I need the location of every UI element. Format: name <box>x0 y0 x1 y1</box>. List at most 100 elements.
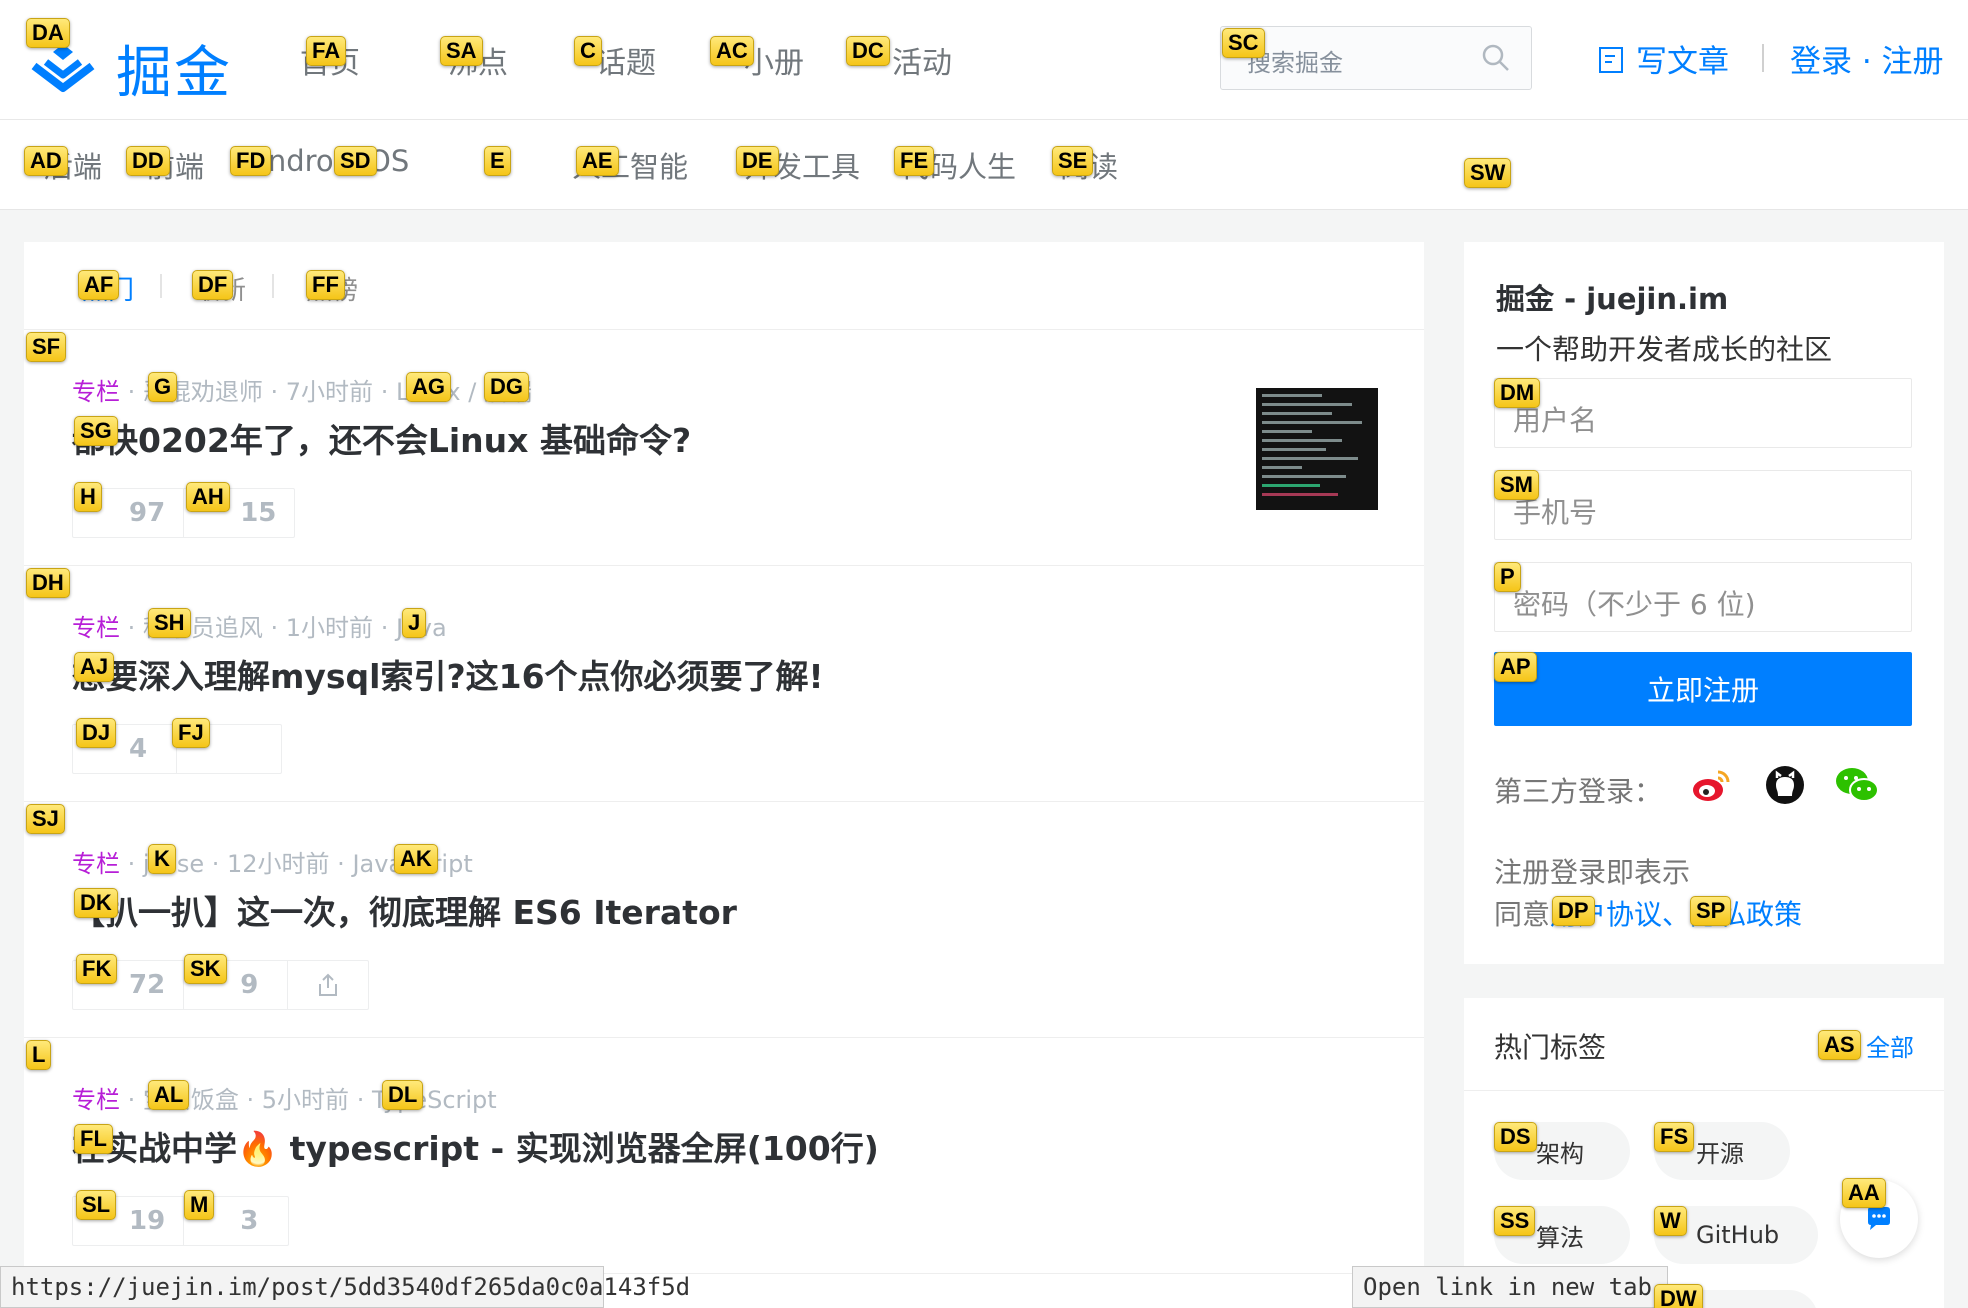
register-button[interactable]: 立即注册 <box>1494 652 1912 726</box>
hint-entry-2-like[interactable]: FK <box>76 954 118 984</box>
hint-entry-3-author[interactable]: AL <box>148 1080 190 1110</box>
article-title[interactable]: 【扒一扒】这一次，彻底理解 ES6 Iterator <box>72 886 737 934</box>
hint-search[interactable]: SC <box>1222 28 1265 58</box>
hint-entry-0-comment[interactable]: AH <box>186 482 230 512</box>
hint-entry-0-like[interactable]: H <box>74 482 102 512</box>
hint-password[interactable]: P <box>1494 562 1521 592</box>
feed-tabs: 热门 最新 热榜 <box>24 242 1424 330</box>
hint-category-android[interactable]: FD <box>230 146 272 176</box>
hint-entry-2-comment[interactable]: SK <box>184 954 227 984</box>
hint-category-ai[interactable]: AE <box>576 146 619 176</box>
hint-entry-0-tag1[interactable]: AG <box>406 372 451 402</box>
header-divider <box>1762 44 1764 72</box>
article-title[interactable]: 都快0202年了，还不会Linux 基础命令? <box>72 414 691 462</box>
weibo-icon[interactable] <box>1690 764 1732 806</box>
hint-entry-3[interactable]: L <box>26 1040 52 1070</box>
hint-nav-home[interactable]: FA <box>306 36 347 66</box>
hint-entry-1-title[interactable]: AJ <box>74 652 115 682</box>
hint-feedback[interactable]: AA <box>1842 1178 1886 1208</box>
tag-label: GitHub <box>1696 1221 1780 1249</box>
share-button[interactable] <box>288 961 368 1009</box>
all-tags-link[interactable]: 全部 <box>1866 1028 1914 1063</box>
article-meta: 专栏 · 程序员追风 · 1小时前 · Java <box>72 608 447 643</box>
article-entry[interactable]: 专栏 · 恶棍劝退师 · 7小时前 · Linux / 后端 都快0202年了，… <box>24 330 1424 566</box>
hint-tag-algorithm[interactable]: SS <box>1494 1206 1536 1236</box>
tag-label: 算法 <box>1536 1223 1584 1252</box>
link-tooltip: Open link in new tab. <box>1352 1266 1668 1308</box>
article-entry[interactable]: 专栏 · 宝贝饭盒 · 5小时前 · TypeScript 在实战中学🔥 typ… <box>24 1038 1424 1274</box>
hint-category-coder-life[interactable]: FE <box>894 146 935 176</box>
hint-entry-0-author[interactable]: G <box>148 372 178 402</box>
hint-entry-1-like[interactable]: DJ <box>76 718 117 748</box>
hint-category-3[interactable]: SD <box>334 146 377 176</box>
article-entry[interactable]: 专栏 · 程序员追风 · 1小时前 · Java 想要深入理解mysql索引?这… <box>24 566 1424 802</box>
hint-all-tags[interactable]: AS <box>1818 1030 1861 1060</box>
hint-phone[interactable]: SM <box>1494 470 1539 500</box>
search-icon[interactable] <box>1481 43 1511 73</box>
hint-entry-3-comment[interactable]: M <box>184 1190 215 1220</box>
column-badge[interactable]: 专栏 <box>72 850 120 878</box>
hint-tab-newest[interactable]: DF <box>192 270 234 300</box>
hint-user-agreement[interactable]: DP <box>1552 896 1595 926</box>
password-field[interactable]: 密码（不少于 6 位) <box>1494 562 1912 632</box>
hint-entry-3-tag[interactable]: DL <box>382 1080 424 1110</box>
nav-topics[interactable]: 话题 <box>596 38 656 82</box>
hint-register[interactable]: AP <box>1494 652 1537 682</box>
hint-category-ios[interactable]: E <box>484 146 511 176</box>
hint-entry-2[interactable]: SJ <box>26 804 65 834</box>
hint-category-reading[interactable]: SE <box>1052 146 1094 176</box>
hint-entry-2-author[interactable]: K <box>148 844 176 874</box>
hint-entry-0[interactable]: SF <box>26 332 67 362</box>
column-badge[interactable]: 专栏 <box>72 378 120 406</box>
hint-category-backend[interactable]: AD <box>24 146 68 176</box>
hint-entry-3-like[interactable]: SL <box>76 1190 117 1220</box>
hint-category-frontend[interactable]: DD <box>126 146 170 176</box>
site-subtitle: 一个帮助开发者成长的社区 <box>1496 333 1833 366</box>
hint-entry-0-title[interactable]: SG <box>74 416 118 446</box>
column-badge[interactable]: 专栏 <box>72 614 120 642</box>
agreement-separator: 、 <box>1662 898 1691 931</box>
article-entry[interactable]: 专栏 · jesse · 12小时前 · JavaScript 【扒一扒】这一次… <box>24 802 1424 1038</box>
hint-tag-github[interactable]: W <box>1654 1206 1687 1236</box>
hint-tab-hot-list[interactable]: FF <box>306 270 345 300</box>
hint-entry-1-comment[interactable]: FJ <box>172 718 210 748</box>
hint-nav-pins[interactable]: SA <box>440 36 483 66</box>
hint-tag-open-source[interactable]: FS <box>1654 1122 1695 1152</box>
hint-entry-0-tag2[interactable]: DG <box>484 372 529 402</box>
login-register-link[interactable]: 登录 · 注册 <box>1790 36 1944 81</box>
hint-entry-1-tag[interactable]: J <box>402 608 427 638</box>
github-icon[interactable] <box>1764 764 1806 806</box>
hint-category-bar[interactable]: SW <box>1464 158 1512 188</box>
write-article-button[interactable]: 写文章 <box>1596 36 1729 81</box>
agreement-text: 注册登录即表示 同意用户协议、隐私政策 <box>1494 852 1802 936</box>
hint-entry-3-title[interactable]: FL <box>74 1124 113 1154</box>
hint-username[interactable]: DM <box>1494 378 1541 408</box>
post-time: 12小时前 <box>227 850 330 878</box>
hint-tab-hot[interactable]: AF <box>78 270 120 300</box>
hint-entry-1[interactable]: DH <box>26 568 70 598</box>
hint-tag-more[interactable]: DW <box>1654 1284 1703 1308</box>
nav-events[interactable]: 活动 <box>892 38 952 82</box>
column-badge[interactable]: 专栏 <box>72 1086 120 1114</box>
hint-nav-events[interactable]: DC <box>846 36 890 66</box>
hint-tag-architecture[interactable]: DS <box>1494 1122 1537 1152</box>
hint-entry-1-author[interactable]: SH <box>148 608 191 638</box>
hint-logo[interactable]: DA <box>26 18 70 48</box>
comment-count: 9 <box>240 970 259 1000</box>
article-title[interactable]: 在实战中学🔥 typescript - 实现浏览器全屏(100行) <box>72 1122 879 1170</box>
hint-entry-2-tag[interactable]: AK <box>394 844 438 874</box>
wechat-icon[interactable] <box>1834 764 1880 806</box>
article-thumbnail[interactable] <box>1256 388 1378 510</box>
write-article-label: 写文章 <box>1636 44 1729 80</box>
hint-nav-books[interactable]: AC <box>710 36 754 66</box>
phone-field[interactable]: 手机号 <box>1494 470 1912 540</box>
article-title[interactable]: 想要深入理解mysql索引?这16个点你必须要了解! <box>72 650 824 698</box>
hint-entry-2-title[interactable]: DK <box>74 888 118 918</box>
hint-privacy-policy[interactable]: SP <box>1690 896 1732 926</box>
comment-count: 15 <box>240 498 277 528</box>
like-count: 19 <box>129 1206 166 1236</box>
search-input[interactable]: 搜索掘金 <box>1220 26 1532 90</box>
hint-nav-topics[interactable]: C <box>574 36 602 66</box>
username-field[interactable]: 用户名 <box>1494 378 1912 448</box>
hint-category-devtools[interactable]: DE <box>736 146 779 176</box>
